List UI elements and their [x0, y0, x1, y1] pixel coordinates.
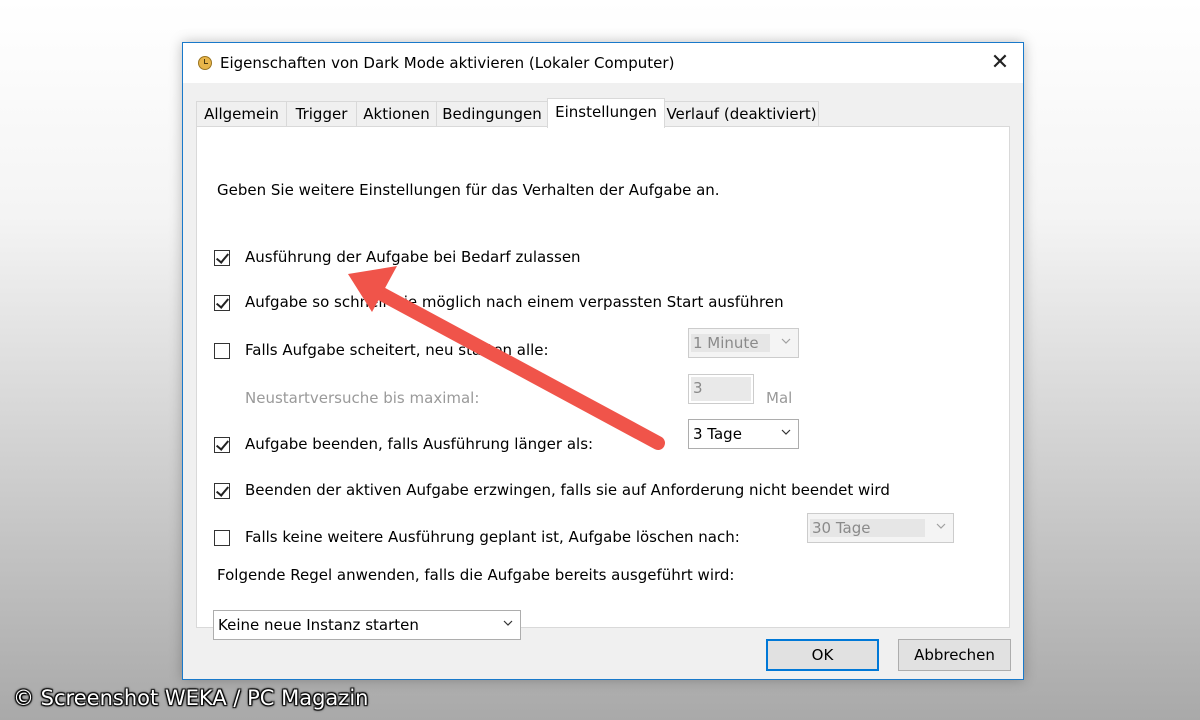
tab-trigger[interactable]: Trigger — [286, 101, 357, 127]
restart-on-fail-checkbox[interactable] — [214, 343, 230, 359]
clock-icon — [198, 56, 212, 70]
restart-attempts-input[interactable]: 3 — [688, 374, 754, 404]
stop-if-longer-checkbox[interactable] — [214, 437, 230, 453]
delete-duration-select[interactable]: 30 Tage — [807, 513, 954, 543]
run-asap-label: Aufgabe so schnell wie möglich nach eine… — [245, 293, 784, 311]
restart-attempts-label: Neustartversuche bis maximal: — [245, 389, 480, 407]
close-button[interactable]: ✕ — [977, 43, 1023, 83]
chevron-down-icon — [503, 620, 513, 626]
settings-panel: Geben Sie weitere Einstellungen für das … — [196, 126, 1010, 640]
tab-bedingungen[interactable]: Bedingungen — [436, 101, 548, 127]
restart-attempts-value: 3 — [691, 377, 751, 401]
watermark: © Screenshot WEKA / PC Magazin — [13, 686, 369, 710]
rule-label: Folgende Regel anwenden, falls die Aufga… — [217, 566, 735, 584]
stop-duration-value: 3 Tage — [693, 425, 742, 443]
allow-on-demand-label: Ausführung der Aufgabe bei Bedarf zulass… — [245, 248, 581, 266]
delete-task-label: Falls keine weitere Ausführung geplant i… — [245, 528, 740, 546]
delete-task-checkbox[interactable] — [214, 530, 230, 546]
tab-allgemein[interactable]: Allgemein — [196, 101, 287, 127]
dialog-title: Eigenschaften von Dark Mode aktivieren (… — [220, 54, 675, 72]
rule-value: Keine neue Instanz starten — [218, 616, 419, 634]
run-asap-checkbox[interactable] — [214, 295, 230, 311]
restart-interval-select[interactable]: 1 Minute — [688, 328, 799, 358]
allow-on-demand-checkbox[interactable] — [214, 250, 230, 266]
force-stop-checkbox[interactable] — [214, 483, 230, 499]
chevron-down-icon — [781, 429, 791, 435]
chevron-down-icon — [781, 338, 791, 344]
task-properties-dialog: Eigenschaften von Dark Mode aktivieren (… — [182, 42, 1024, 680]
chevron-down-icon — [936, 523, 946, 529]
force-stop-label: Beenden der aktiven Aufgabe erzwingen, f… — [245, 481, 890, 499]
rule-select[interactable]: Keine neue Instanz starten — [213, 610, 521, 640]
stop-if-longer-label: Aufgabe beenden, falls Ausführung länger… — [245, 435, 594, 453]
ok-button[interactable]: OK — [766, 639, 879, 671]
delete-duration-value: 30 Tage — [810, 519, 925, 537]
tab-verlauf[interactable]: Verlauf (deaktiviert) — [664, 101, 819, 127]
title-bar[interactable]: Eigenschaften von Dark Mode aktivieren (… — [183, 43, 1023, 83]
restart-interval-value: 1 Minute — [691, 334, 770, 352]
stop-duration-select[interactable]: 3 Tage — [688, 419, 799, 449]
restart-on-fail-label: Falls Aufgabe scheitert, neu starten all… — [245, 341, 549, 359]
intro-text: Geben Sie weitere Einstellungen für das … — [217, 181, 720, 199]
tab-einstellungen[interactable]: Einstellungen — [547, 98, 665, 128]
restart-attempts-unit: Mal — [766, 389, 793, 407]
cancel-button[interactable]: Abbrechen — [898, 639, 1011, 671]
tab-aktionen[interactable]: Aktionen — [356, 101, 437, 127]
